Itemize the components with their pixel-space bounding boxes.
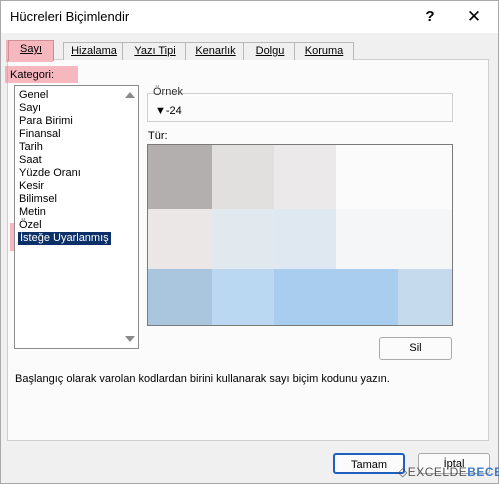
blurred-region (212, 269, 274, 325)
blurred-region (274, 145, 336, 209)
blurred-region (212, 145, 274, 209)
tab-border[interactable]: Kenarlık (185, 42, 246, 60)
category-item-fraction[interactable]: Kesir (19, 180, 44, 193)
blurred-region (274, 269, 398, 325)
tab-label: Dolgu (255, 45, 285, 57)
scroll-up-icon[interactable] (125, 92, 135, 98)
format-description: Başlangıç olarak varolan kodlardan birin… (15, 373, 390, 385)
delete-button[interactable]: Sil (379, 337, 452, 360)
tab-number[interactable]: Sayı (6, 40, 54, 62)
tab-label: Koruma (304, 45, 344, 57)
category-item-general[interactable]: Genel (19, 89, 48, 102)
ok-button[interactable]: Tamam (333, 453, 405, 474)
category-item-time[interactable]: Saat (19, 154, 42, 167)
close-button[interactable]: ✕ (459, 6, 489, 28)
category-item-custom[interactable]: İsteğe Uyarlanmış (18, 232, 111, 245)
scroll-down-icon[interactable] (125, 336, 135, 342)
blurred-region (274, 209, 336, 269)
sample-value: ▼-24 (155, 105, 182, 117)
sample-group (147, 93, 453, 122)
watermark-logo: ◇EXCELDEBECE (398, 465, 499, 479)
type-label: Tür: (148, 130, 168, 142)
category-item-currency[interactable]: Para Birimi (19, 115, 73, 128)
watermark-text-accent: BECE (467, 465, 499, 479)
category-item-number[interactable]: Sayı (19, 102, 41, 115)
category-item-percentage[interactable]: Yüzde Oranı (19, 167, 81, 180)
list-scrollbar[interactable] (121, 86, 138, 348)
tab-alignment[interactable]: Hizalama (63, 42, 125, 60)
category-item-scientific[interactable]: Bilimsel (19, 193, 57, 206)
type-input-blurred[interactable] (147, 144, 453, 326)
tab-label: Kenarlık (195, 45, 236, 57)
category-item-text[interactable]: Metin (19, 206, 46, 219)
category-listbox[interactable]: Genel Sayı Para Birimi Finansal Tarih Sa… (14, 85, 139, 349)
sample-label: Örnek (153, 86, 183, 98)
category-label: Kategori: (10, 69, 55, 81)
tab-label: Sayı (19, 43, 42, 55)
category-item-special[interactable]: Özel (19, 219, 42, 232)
title-bar: Hücreleri Biçimlendir ? ✕ (1, 1, 498, 33)
watermark-text: EXCELDE (407, 465, 468, 479)
blurred-region (336, 145, 452, 209)
tab-label: Yazı Tipi (134, 45, 176, 57)
blurred-region (148, 269, 212, 325)
blurred-region (148, 209, 212, 269)
blurred-region (336, 209, 452, 269)
tab-protection[interactable]: Koruma (294, 42, 354, 60)
dialog-title: Hücreleri Biçimlendir (10, 9, 130, 24)
watermark-mark-icon: ◇ (398, 465, 408, 479)
blurred-region (148, 145, 212, 209)
help-button[interactable]: ? (417, 6, 443, 28)
blurred-region (212, 209, 274, 269)
category-item-accounting[interactable]: Finansal (19, 128, 61, 141)
tab-font[interactable]: Yazı Tipi (122, 42, 188, 60)
tab-fill[interactable]: Dolgu (243, 42, 297, 60)
category-item-date[interactable]: Tarih (19, 141, 43, 154)
blurred-region (398, 269, 452, 325)
tab-label: Hizalama (71, 45, 117, 57)
